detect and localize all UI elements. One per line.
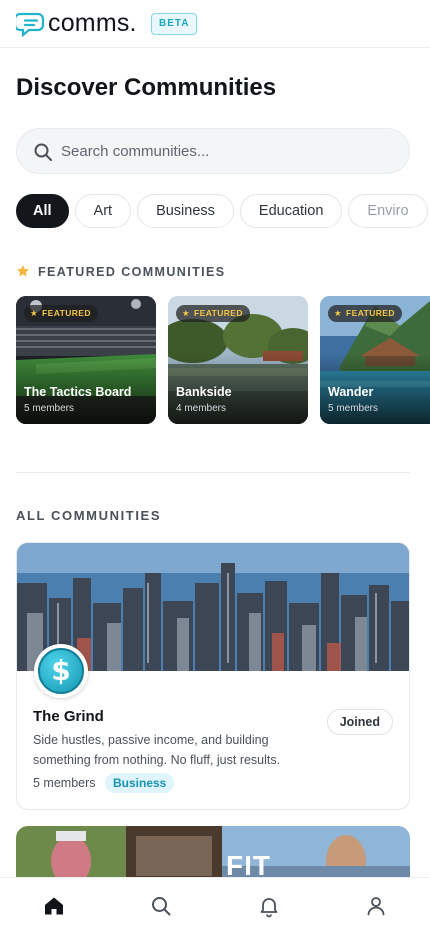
featured-card-bankside[interactable]: ★ FEATURED Bankside 4 members (168, 296, 308, 424)
bottom-navigation (0, 877, 430, 932)
featured-card-members: 5 members (24, 403, 75, 414)
featured-carousel[interactable]: ★ FEATURED The Tactics Board 5 members ★ F… (16, 296, 430, 426)
featured-badge-label: FEATURED (194, 308, 243, 318)
filter-chip-environment[interactable]: Enviro (348, 194, 428, 228)
beta-badge: BETA (151, 13, 198, 35)
filter-chip-business[interactable]: Business (137, 194, 234, 228)
search-bar[interactable] (16, 128, 410, 174)
community-name: The Grind (33, 708, 104, 725)
dollar-icon: $ (38, 648, 84, 694)
featured-badge-label: FEATURED (42, 308, 91, 318)
featured-card-name: The Tactics Board (24, 385, 132, 399)
community-description: Side hustles, passive income, and buildi… (33, 733, 281, 767)
community-avatar[interactable]: $ (34, 644, 88, 698)
all-communities-title: ALL COMMUNITIES (16, 508, 162, 523)
app-name[interactable]: comms. (48, 9, 137, 37)
section-divider (16, 472, 410, 473)
category-tag[interactable]: Business (105, 773, 175, 793)
featured-section-title: FEATURED COMMUNITIES (38, 265, 226, 279)
featured-badge-label: FEATURED (346, 308, 395, 318)
featured-badge: ★ FEATURED (24, 305, 98, 322)
search-input[interactable] (61, 129, 391, 173)
category-filter-chips: All Art Business Education Enviro (16, 194, 430, 230)
bell-icon[interactable] (257, 894, 281, 918)
featured-card-wander[interactable]: ★ FEATURED Wander 5 members (320, 296, 430, 424)
chat-bubble-logo-icon[interactable] (16, 11, 46, 37)
filter-chip-art[interactable]: Art (74, 194, 132, 228)
featured-card-members: 4 members (176, 403, 227, 414)
user-icon[interactable] (364, 894, 388, 918)
filter-chip-education[interactable]: Education (239, 194, 343, 228)
search-icon (34, 143, 52, 161)
filter-chip-all[interactable]: All (16, 194, 69, 228)
featured-card-members: 5 members (328, 403, 379, 414)
community-card-the-grind[interactable]: $ The Grind Joined Side hustles, passive… (16, 542, 410, 810)
top-bar: comms. BETA (0, 0, 430, 48)
featured-card-name: Bankside (176, 385, 232, 399)
featured-card-tactics-board[interactable]: ★ FEATURED The Tactics Board 5 members (16, 296, 156, 424)
featured-card-name: Wander (328, 385, 374, 399)
featured-badge: ★ FEATURED (328, 305, 402, 322)
home-icon[interactable] (42, 894, 66, 918)
joined-button[interactable]: Joined (326, 709, 393, 735)
star-icon (17, 265, 29, 277)
community-members: 5 members (33, 776, 96, 790)
search-icon[interactable] (149, 894, 173, 918)
featured-badge: ★ FEATURED (176, 305, 250, 322)
page-title: Discover Communities (16, 74, 277, 101)
